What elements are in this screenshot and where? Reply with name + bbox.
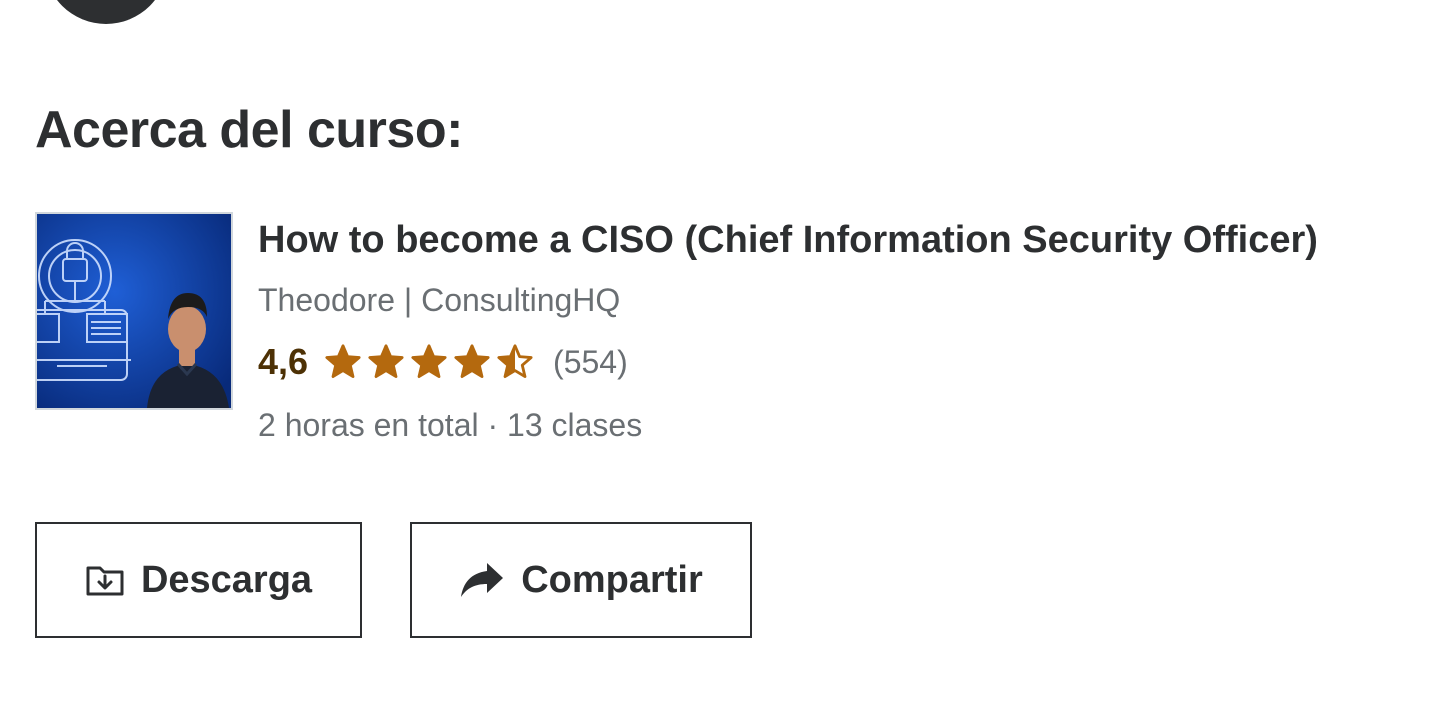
rating-stars xyxy=(324,343,539,381)
download-button[interactable]: Descarga xyxy=(35,522,362,638)
security-illustration-icon xyxy=(37,214,231,408)
section-title: Acerca del curso: xyxy=(35,101,463,159)
share-arrow-icon xyxy=(459,561,505,599)
folder-download-icon xyxy=(85,563,125,597)
star-icon xyxy=(497,344,533,378)
rating-count: (554) xyxy=(553,343,628,380)
star-icon xyxy=(368,344,404,378)
rating-value: 4,6 xyxy=(258,341,309,382)
download-label: Descarga xyxy=(140,558,313,601)
share-button[interactable]: Compartir xyxy=(410,522,752,638)
course-title[interactable]: How to become a CISO (Chief Information … xyxy=(258,216,1318,264)
user-avatar[interactable] xyxy=(44,0,168,24)
star-icon xyxy=(411,344,447,378)
star-icon xyxy=(454,344,490,378)
course-meta: 2 horas en total · 13 clases xyxy=(258,407,643,443)
course-thumbnail[interactable] xyxy=(35,212,233,410)
course-card[interactable]: How to become a CISO (Chief Information … xyxy=(35,212,1435,452)
share-label: Compartir xyxy=(521,558,703,601)
course-instructor: Theodore | ConsultingHQ xyxy=(258,282,621,318)
star-icon xyxy=(325,344,361,378)
course-rating: 4,6 (554) xyxy=(258,338,628,386)
